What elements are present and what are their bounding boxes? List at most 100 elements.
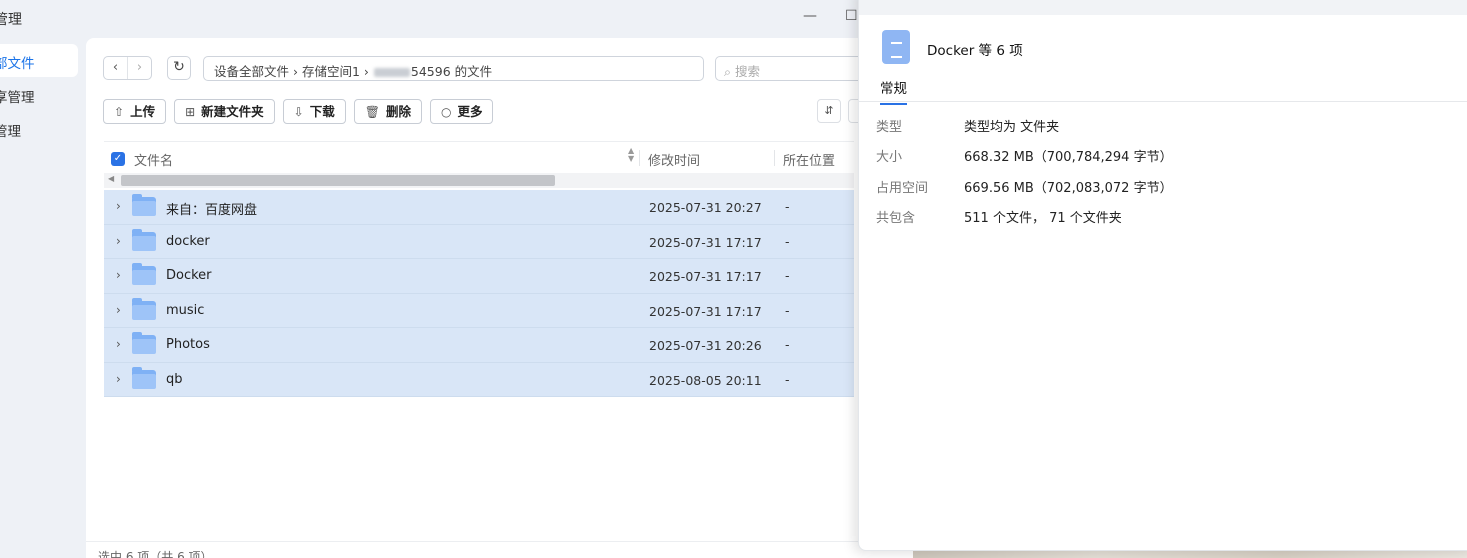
properties-dialog: Docker 等 6 项 常规 类型 类型均为 文件夹 大小 668.32 MB（7… [858, 0, 1467, 551]
folder-icon [132, 263, 156, 285]
column-divider[interactable] [774, 150, 775, 166]
expand-icon[interactable]: › [116, 234, 121, 248]
prop-value: 669.56 MB（702,083,072 字节） [964, 181, 1173, 196]
file-browser-panel: ‹ › ↻ 设备全部文件 › 存储空间1 › 54596 的文件 ⌕ 搜索 ⇧ 上… [86, 38, 916, 558]
prop-key: 共包含 [876, 211, 916, 226]
search-placeholder: 搜索 [735, 64, 761, 79]
search-input[interactable]: ⌕ 搜索 [715, 56, 875, 81]
breadcrumb-item-user-files[interactable]: 54596 的文件 [411, 64, 492, 79]
prop-value: 类型均为 文件夹 [964, 120, 1060, 135]
download-button[interactable]: ⇩ 下载 [282, 99, 346, 124]
breadcrumb[interactable]: 设备全部文件 › 存储空间1 › 54596 的文件 [203, 56, 704, 81]
breadcrumb-item-all-files[interactable]: 设备全部文件 [214, 64, 289, 79]
sidebar-item-label: 享管理 [0, 90, 35, 106]
file-location: - [785, 302, 790, 318]
prop-key: 类型 [876, 120, 903, 135]
table-row[interactable]: › Photos 2025-07-31 20:26 - [104, 328, 854, 363]
prop-row-type: 类型 类型均为 文件夹 [876, 116, 1059, 135]
prop-key: 大小 [876, 150, 903, 165]
new-folder-button[interactable]: ⊞ 新建文件夹 [174, 99, 275, 124]
breadcrumb-separator: › [293, 64, 298, 79]
file-name: Photos [166, 337, 210, 352]
download-icon: ⇩ [293, 105, 304, 119]
more-label: 更多 [457, 104, 483, 119]
file-mtime: 2025-07-31 17:17 [649, 269, 762, 284]
file-name: qb [166, 371, 183, 387]
maximize-button[interactable]: ☐ [845, 8, 858, 24]
file-mtime: 2025-07-31 17:17 [649, 234, 762, 250]
table-row[interactable]: › Docker 2025-07-31 17:17 - [104, 259, 854, 294]
folder-icon [132, 228, 156, 251]
file-name: Docker [166, 268, 212, 283]
search-icon: ⌕ [724, 64, 732, 79]
file-group-icon [882, 30, 910, 64]
dialog-title-bar[interactable] [859, 0, 1467, 15]
trash-icon: 🗑 [364, 105, 380, 119]
delete-label: 删除 [385, 104, 411, 119]
expand-icon[interactable]: › [116, 372, 121, 386]
column-header-mtime[interactable]: 修改时间 [648, 150, 700, 169]
column-divider[interactable] [639, 150, 640, 166]
prop-row-size: 大小 668.32 MB（700,784,294 字节） [876, 146, 1173, 165]
table-row[interactable]: › 来自：百度网盘 2025-07-31 20:27 - [104, 190, 854, 225]
expand-icon[interactable]: › [116, 199, 121, 213]
sort-button[interactable]: ⇵ [817, 99, 841, 123]
select-all-checkbox[interactable]: ✓ [111, 152, 125, 166]
redacted-text [373, 68, 410, 77]
refresh-button[interactable]: ↻ [167, 56, 191, 80]
column-header-location[interactable]: 所在位置 [783, 150, 835, 169]
prop-value: 668.32 MB（700,784,294 字节） [964, 150, 1173, 165]
file-name: docker [166, 233, 210, 249]
prop-row-disk-usage: 占用空间 669.56 MB（702,083,072 字节） [876, 177, 1173, 196]
more-button[interactable]: ○ 更多 [429, 99, 494, 124]
expand-icon[interactable]: › [116, 303, 121, 317]
scrollbar-thumb[interactable] [121, 175, 555, 186]
scroll-left-icon[interactable]: ◀ [108, 174, 114, 183]
forward-button[interactable]: › [127, 57, 151, 79]
more-icon: ○ [440, 105, 452, 119]
file-mtime: 2025-07-31 20:26 [649, 338, 762, 353]
dialog-divider [859, 101, 1467, 102]
window-title: 管理 [0, 12, 22, 28]
back-button[interactable]: ‹ [104, 57, 127, 79]
file-location: - [785, 233, 790, 249]
table-row[interactable]: › qb 2025-08-05 20:11 - [104, 362, 854, 397]
prop-value: 511 个文件， 71 个文件夹 [964, 211, 1122, 226]
table-row[interactable]: › music 2025-07-31 17:17 - [104, 293, 854, 328]
sort-icon: ⇵ [824, 104, 834, 117]
new-folder-icon: ⊞ [185, 105, 196, 119]
breadcrumb-separator: › [363, 64, 369, 79]
table-row[interactable]: › docker 2025-07-31 17:17 - [104, 224, 854, 259]
file-location: - [785, 268, 790, 283]
upload-label: 上传 [130, 104, 156, 119]
delete-button[interactable]: 🗑 删除 [353, 99, 422, 124]
status-divider [86, 541, 916, 542]
sidebar-item-all-files[interactable]: 部文件 [0, 44, 78, 77]
file-mtime: 2025-07-31 17:17 [649, 303, 762, 319]
upload-icon: ⇧ [114, 105, 125, 119]
file-location: - [785, 199, 790, 214]
prop-key: 占用空间 [876, 181, 929, 196]
horizontal-scrollbar[interactable]: ◀ [104, 173, 854, 188]
minimize-button[interactable]: — [803, 8, 817, 24]
folder-icon [132, 332, 156, 354]
file-mtime: 2025-07-31 20:27 [649, 200, 762, 215]
table-header: ✓ 文件名 ▲ ▼ 修改时间 所在位置 [104, 141, 854, 173]
history-nav: ‹ › [103, 56, 152, 80]
expand-icon[interactable]: › [116, 268, 121, 282]
sidebar-item-share-management[interactable]: 享管理 [0, 86, 35, 106]
toolbar: ⇧ 上传 ⊞ 新建文件夹 ⇩ 下载 🗑 删除 ○ 更多 [103, 99, 501, 124]
selection-status: 选中 6 项（共 6 项） [98, 550, 213, 558]
expand-icon[interactable]: › [116, 337, 121, 351]
upload-button[interactable]: ⇧ 上传 [103, 99, 167, 124]
sort-arrows-icon[interactable]: ▲ ▼ [628, 147, 634, 163]
sidebar-item-label: 管理 [0, 124, 21, 140]
file-location: - [785, 371, 790, 387]
sidebar-item-label: 部文件 [0, 56, 35, 72]
file-mtime: 2025-08-05 20:11 [649, 372, 762, 388]
breadcrumb-item-storage[interactable]: 存储空间1 [302, 64, 360, 79]
download-label: 下载 [309, 104, 335, 119]
file-name: music [166, 302, 205, 318]
sidebar-item-management[interactable]: 管理 [0, 120, 21, 140]
column-header-name[interactable]: 文件名 [134, 150, 173, 169]
